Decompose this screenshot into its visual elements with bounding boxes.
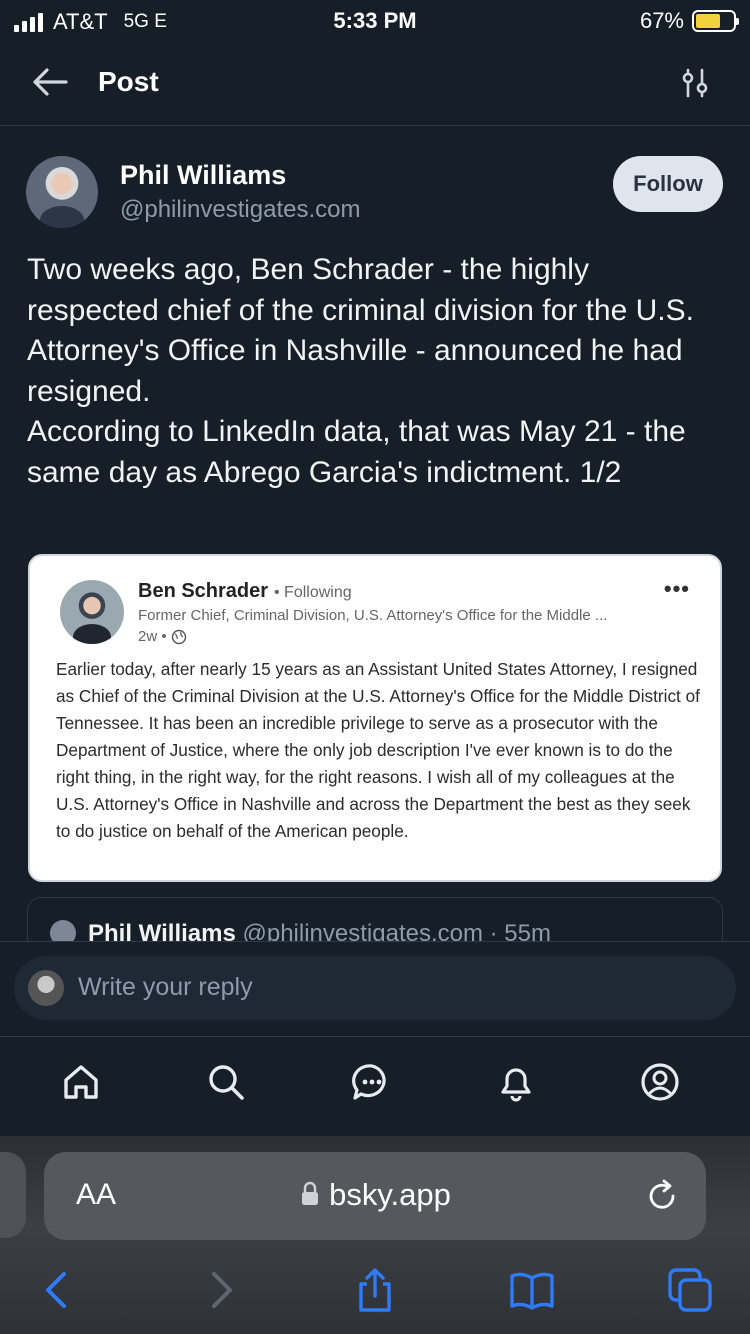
embedded-screenshot[interactable]: Ben Schrader • Following Former Chief, C… [28, 554, 722, 882]
author-avatar[interactable] [26, 156, 98, 228]
home-icon[interactable] [59, 1060, 103, 1104]
url-display[interactable]: bsky.app [44, 1177, 706, 1213]
sliders-icon[interactable] [678, 66, 712, 100]
embed-subtitle: Former Chief, Criminal Division, U.S. At… [138, 607, 608, 624]
user-avatar [28, 970, 64, 1006]
post-text: Two weeks ago, Ben Schrader - the highly… [27, 253, 694, 489]
embed-avatar [60, 580, 124, 644]
post-header: Post [0, 40, 750, 126]
bell-icon[interactable] [494, 1060, 538, 1104]
reply-placeholder: Write your reply [78, 973, 253, 1001]
next-post-meta: @philinvestigates.com · 55m [242, 920, 551, 941]
next-post-avatar [50, 920, 76, 941]
embed-time: 2w • [138, 628, 167, 645]
tab-bar [0, 1038, 750, 1136]
profile-icon[interactable] [638, 1060, 682, 1104]
previous-tab-pill[interactable] [0, 1152, 26, 1238]
reload-icon[interactable] [644, 1178, 680, 1214]
clock: 5:33 PM [333, 8, 417, 33]
next-post-header: Phil Williams @philinvestigates.com · 55… [88, 920, 551, 941]
next-post-name: Phil Williams [88, 920, 236, 941]
battery-percent: 67% [639, 8, 684, 33]
back-arrow-icon[interactable] [30, 64, 70, 100]
share-icon[interactable] [351, 1266, 399, 1314]
reply-bar: Write your reply [0, 941, 750, 1037]
lock-icon [302, 1181, 319, 1205]
embed-body: Earlier today, after nearly 15 years as … [56, 659, 700, 841]
embed-name: Ben Schrader [138, 580, 269, 602]
status-right: 67% [639, 8, 739, 34]
tabs-icon[interactable] [666, 1266, 714, 1314]
reply-input[interactable]: Write your reply [14, 956, 736, 1020]
address-bar[interactable]: AA bsky.app [44, 1152, 706, 1240]
forward-chevron-icon[interactable] [196, 1266, 244, 1314]
page-title: Post [98, 66, 159, 97]
chat-icon[interactable] [350, 1060, 394, 1104]
next-post-preview[interactable]: Phil Williams @philinvestigates.com · 55… [27, 897, 723, 941]
author-name[interactable]: Phil Williams [120, 160, 286, 191]
embed-time-row: 2w • [138, 628, 187, 645]
url-text: bsky.app [329, 1177, 451, 1212]
bookmarks-icon[interactable] [508, 1266, 556, 1314]
battery-icon [692, 10, 739, 32]
follow-button[interactable]: Follow [613, 156, 723, 212]
embed-following: • Following [274, 584, 352, 601]
browser-toolbar: AA bsky.app [0, 1136, 750, 1334]
globe-icon [171, 629, 186, 644]
search-icon[interactable] [204, 1060, 248, 1104]
more-icon: ••• [663, 576, 690, 601]
back-chevron-icon[interactable] [34, 1266, 82, 1314]
author-handle[interactable]: @philinvestigates.com [120, 196, 360, 224]
status-bar: AT&T 5G E 5:33 PM 67% [0, 0, 750, 40]
